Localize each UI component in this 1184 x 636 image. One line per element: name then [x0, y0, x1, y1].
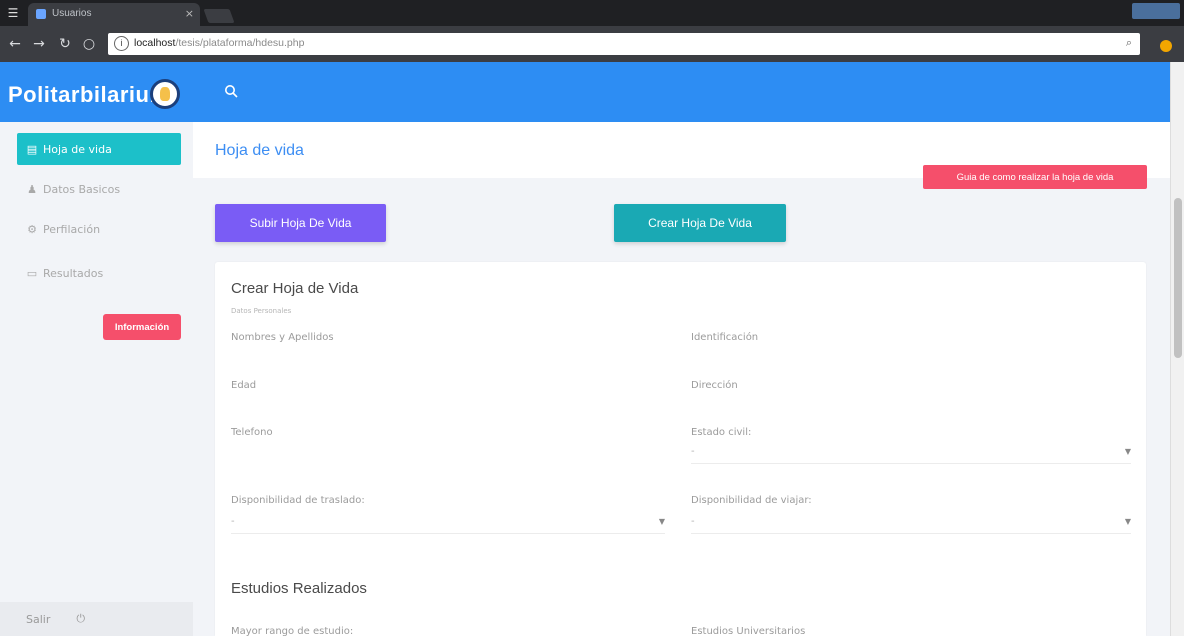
sidebar: ▤ Hoja de vida ♟ Datos Basicos ⚙ Perfila… — [0, 122, 193, 636]
browser-menu-icon[interactable]: ☰ — [6, 6, 20, 20]
url-field[interactable]: i localhost/tesis/plataforma/hdesu.php ⌕ — [108, 33, 1140, 55]
url-text: localhost/tesis/plataforma/hdesu.php — [134, 37, 305, 49]
home-icon[interactable]: ○ — [80, 35, 98, 53]
scrollbar-thumb[interactable] — [1174, 198, 1182, 358]
user-icon: ♟ — [27, 182, 37, 196]
sidebar-item-label: Hoja de vida — [43, 142, 112, 156]
viajar-label: Disponibilidad de viajar: — [691, 495, 812, 506]
app-header: Politarbilarium — [0, 62, 1184, 122]
monitor-icon: ▭ — [26, 266, 38, 280]
logout-label: Salir — [26, 612, 51, 626]
forward-arrow-icon[interactable]: → — [30, 35, 48, 53]
cv-form-card: Crear Hoja de Vida Datos Personales Nomb… — [215, 262, 1146, 636]
upload-cv-button[interactable]: Subir Hoja De Vida — [215, 204, 386, 242]
sidebar-item-label: Perfilación — [43, 222, 101, 236]
browser-tab-bar: ☰ Usuarios × — [0, 0, 1184, 26]
guide-button[interactable]: Guia de como realizar la hoja de vida — [923, 165, 1147, 189]
estado-civil-select[interactable]: - ▼ — [691, 442, 1131, 464]
id-card-icon: ▤ — [26, 142, 38, 156]
sidebar-item-label: Datos Basicos — [43, 182, 121, 196]
logout-button[interactable]: Salir ⏻ — [0, 602, 193, 636]
form-subtitle: Datos Personales — [231, 307, 292, 315]
chevron-down-icon: ▼ — [1124, 517, 1131, 526]
back-arrow-icon[interactable]: ← — [6, 35, 24, 53]
telefono-field[interactable]: Telefono — [231, 427, 273, 438]
chevron-down-icon: ▼ — [1124, 447, 1131, 456]
universitarios-label: Estudios Universitarios — [691, 626, 806, 636]
logo-seal-icon — [150, 79, 180, 109]
direccion-field[interactable]: Dirección — [691, 380, 738, 391]
chevron-down-icon: ▼ — [658, 517, 665, 526]
form-title: Crear Hoja de Vida — [231, 280, 359, 297]
edad-field[interactable]: Edad — [231, 380, 256, 391]
create-cv-button[interactable]: Crear Hoja De Vida — [614, 204, 786, 242]
sidebar-item-resultados[interactable]: ▭ Resultados — [17, 257, 181, 289]
tab-title: Usuarios — [52, 8, 92, 19]
tab-close-icon[interactable]: × — [185, 7, 194, 20]
sidebar-item-label: Resultados — [43, 266, 104, 280]
site-info-icon[interactable]: i — [114, 36, 129, 51]
tab-favicon-icon — [36, 9, 46, 19]
estado-civil-label: Estado civil: — [691, 427, 752, 438]
viajar-select[interactable]: - ▼ — [691, 512, 1131, 534]
traslado-value: - — [231, 516, 235, 527]
identificacion-field[interactable]: Identificación — [691, 332, 758, 343]
power-icon: ⏻ — [76, 612, 86, 625]
info-button[interactable]: Información — [103, 314, 181, 340]
page-title: Hoja de vida — [215, 142, 304, 159]
viajar-value: - — [691, 516, 695, 527]
mayor-rango-label: Mayor rango de estudio: — [231, 626, 354, 636]
traslado-label: Disponibilidad de traslado: — [231, 495, 365, 506]
window-controls[interactable] — [1132, 3, 1180, 19]
sidebar-item-datos-basicos[interactable]: ♟ Datos Basicos — [17, 173, 181, 205]
zoom-icon[interactable]: ⌕ — [1126, 36, 1132, 50]
new-tab-button[interactable] — [203, 9, 235, 23]
sidebar-item-perfilacion[interactable]: ⚙ Perfilación — [17, 213, 181, 245]
reload-icon[interactable]: ↻ — [56, 35, 74, 53]
studies-section-title: Estudios Realizados — [231, 580, 367, 597]
browser-tab[interactable]: Usuarios × — [28, 3, 200, 26]
page-header: Hoja de vida Guia de como realizar la ho… — [193, 122, 1170, 189]
browser-address-bar: ← → ↻ ○ i localhost/tesis/plataforma/hde… — [0, 26, 1184, 62]
extension-icon[interactable] — [1160, 40, 1172, 52]
search-icon[interactable] — [224, 84, 238, 101]
nombres-field[interactable]: Nombres y Apellidos — [231, 332, 334, 343]
gear-icon: ⚙ — [27, 222, 37, 236]
traslado-select[interactable]: - ▼ — [231, 512, 665, 534]
sidebar-item-hoja-de-vida[interactable]: ▤ Hoja de vida — [17, 133, 181, 165]
estado-civil-value: - — [691, 446, 695, 457]
app-logo[interactable]: Politarbilarium — [8, 82, 170, 108]
page-scrollbar[interactable] — [1170, 62, 1184, 636]
